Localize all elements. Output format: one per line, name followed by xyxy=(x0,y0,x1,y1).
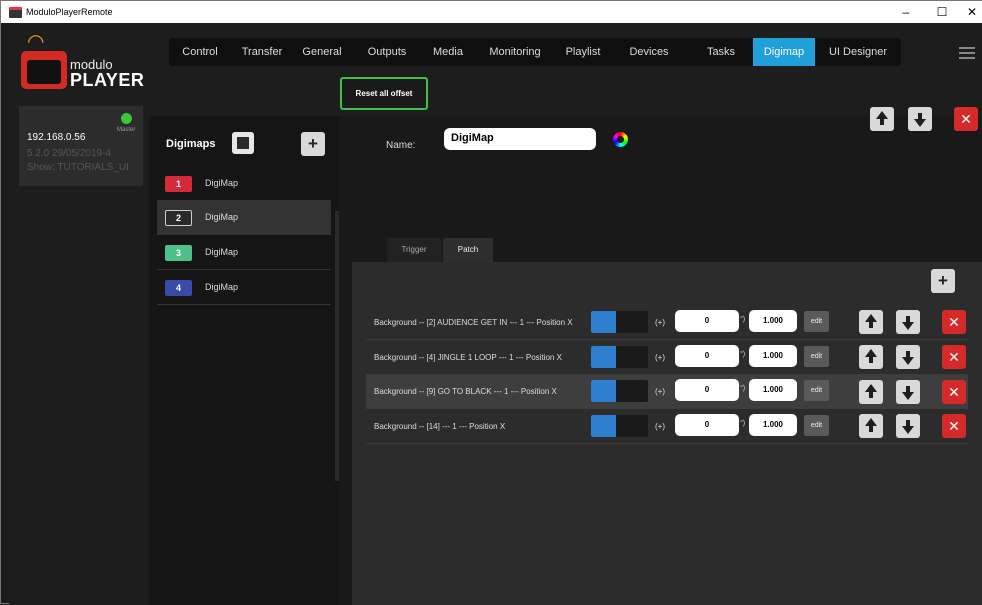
digimap-number: 2 xyxy=(165,210,192,226)
title-bar: ModuloPlayerRemote – ☐ ✕ xyxy=(1,1,982,23)
app-window: ModuloPlayerRemote – ☐ ✕ ◠ modulo PLAYER… xyxy=(0,0,982,605)
edit-button[interactable]: edit xyxy=(804,346,829,367)
main-tab-bar: Control Transfer General Outputs Media M… xyxy=(169,38,901,66)
color-wheel-icon[interactable] xyxy=(613,132,628,147)
tab-playlist[interactable]: Playlist xyxy=(557,38,609,66)
row-move-up-button[interactable] xyxy=(859,380,883,404)
offset-input[interactable]: 0 xyxy=(675,345,739,367)
name-input[interactable]: DigiMap xyxy=(444,128,596,150)
digimap-name: DigiMap xyxy=(205,247,239,257)
menu-hamburger-icon[interactable] xyxy=(959,47,975,59)
patch-slider[interactable] xyxy=(591,346,648,368)
app-icon xyxy=(9,6,22,18)
modulo-player-logo: ◠ modulo PLAYER xyxy=(21,31,146,93)
device-status: Master xyxy=(117,127,136,133)
tab-devices[interactable]: Devices xyxy=(609,38,689,66)
device-ip: 192.168.0.56 xyxy=(27,132,86,143)
row-move-down-button[interactable] xyxy=(896,414,920,438)
add-digimap-button[interactable]: + xyxy=(301,132,325,156)
patch-slider[interactable] xyxy=(591,415,648,437)
tab-general[interactable]: General xyxy=(293,38,351,66)
edit-button[interactable]: edit xyxy=(804,311,829,332)
device-show: Show: TUTORIALS_UI xyxy=(27,162,129,173)
subtab-trigger[interactable]: Trigger xyxy=(387,238,441,262)
status-dot-icon xyxy=(121,113,132,124)
scale-input[interactable]: 1.000 xyxy=(749,345,797,367)
device-card[interactable]: Master 192.168.0.56 5.2.0 29/05/2019-4 S… xyxy=(19,106,143,186)
tab-media[interactable]: Media xyxy=(423,38,473,66)
patch-slider[interactable] xyxy=(591,311,648,333)
digimap-name: DigiMap xyxy=(205,282,239,292)
digimap-name: DigiMap xyxy=(205,178,239,188)
offset-unit: °) xyxy=(740,351,746,358)
maximize-button[interactable]: ☐ xyxy=(927,1,957,23)
reset-all-offset-button[interactable]: Reset all offset xyxy=(340,77,428,110)
delete-digimap-button[interactable]: ✕ xyxy=(954,107,978,131)
edit-button[interactable]: edit xyxy=(804,415,829,436)
patch-target: Background -- [9] GO TO BLACK --- 1 --- … xyxy=(374,387,557,396)
row-delete-button[interactable]: ✕ xyxy=(942,380,966,404)
offset-input[interactable]: 0 xyxy=(675,414,739,436)
row-move-down-button[interactable] xyxy=(896,380,920,404)
minimize-button[interactable]: – xyxy=(891,1,921,23)
tab-ui-designer[interactable]: UI Designer xyxy=(815,38,901,66)
row-delete-button[interactable]: ✕ xyxy=(942,345,966,369)
row-delete-button[interactable]: ✕ xyxy=(942,414,966,438)
patch-target: Background -- [2] AUDIENCE GET IN --- 1 … xyxy=(374,318,573,327)
name-label: Name: xyxy=(386,140,416,151)
tab-outputs[interactable]: Outputs xyxy=(351,38,423,66)
offset-input[interactable]: 0 xyxy=(675,310,739,332)
offset-input[interactable]: 0 xyxy=(675,379,739,401)
move-up-button[interactable] xyxy=(870,107,894,131)
move-down-button[interactable] xyxy=(908,107,932,131)
patch-plus: (+) xyxy=(655,422,665,431)
digimap-item-3[interactable]: 3 DigiMap xyxy=(157,236,331,270)
tab-control[interactable]: Control xyxy=(169,38,231,66)
offset-unit: °) xyxy=(740,420,746,427)
patch-target: Background -- [4] JINGLE 1 LOOP --- 1 --… xyxy=(374,353,562,362)
digimaps-title: Digimaps xyxy=(166,138,216,150)
close-button[interactable]: ✕ xyxy=(957,1,982,23)
row-move-up-button[interactable] xyxy=(859,414,883,438)
digimap-item-2[interactable]: 2 DigiMap xyxy=(157,201,331,235)
row-move-down-button[interactable] xyxy=(896,310,920,334)
logo-wifi-icon: ◠ xyxy=(27,31,45,53)
window-title: ModuloPlayerRemote xyxy=(26,7,113,17)
patch-plus: (+) xyxy=(655,353,665,362)
tab-transfer[interactable]: Transfer xyxy=(231,38,293,66)
digimap-item-4[interactable]: 4 DigiMap xyxy=(157,271,331,305)
logo-tv-icon xyxy=(21,51,67,89)
row-move-down-button[interactable] xyxy=(896,345,920,369)
offset-unit: °) xyxy=(740,385,746,392)
digimap-name: DigiMap xyxy=(205,212,239,222)
add-patch-button[interactable]: + xyxy=(931,269,955,293)
patch-target: Background -- [14] --- 1 --- Position X xyxy=(374,422,506,431)
row-move-up-button[interactable] xyxy=(859,345,883,369)
tab-digimap[interactable]: Digimap xyxy=(753,38,815,66)
scale-input[interactable]: 1.000 xyxy=(749,379,797,401)
patch-plus: (+) xyxy=(655,318,665,327)
offset-unit: °) xyxy=(740,316,746,323)
edit-button[interactable]: edit xyxy=(804,380,829,401)
import-icon[interactable] xyxy=(232,132,254,154)
digimap-number: 4 xyxy=(165,280,192,296)
row-delete-button[interactable]: ✕ xyxy=(942,310,966,334)
subtab-patch[interactable]: Patch xyxy=(443,238,493,262)
device-version: 5.2.0 29/05/2019-4 xyxy=(27,148,111,159)
tab-monitoring[interactable]: Monitoring xyxy=(473,38,557,66)
scale-input[interactable]: 1.000 xyxy=(749,310,797,332)
row-move-up-button[interactable] xyxy=(859,310,883,334)
patch-slider[interactable] xyxy=(591,380,648,402)
logo-text-player: PLAYER xyxy=(70,70,145,90)
digimap-number: 1 xyxy=(165,176,192,192)
digimap-number: 3 xyxy=(165,245,192,261)
digimap-item-1[interactable]: 1 DigiMap xyxy=(157,167,331,201)
scale-input[interactable]: 1.000 xyxy=(749,414,797,436)
patch-plus: (+) xyxy=(655,387,665,396)
tab-tasks[interactable]: Tasks xyxy=(689,38,753,66)
